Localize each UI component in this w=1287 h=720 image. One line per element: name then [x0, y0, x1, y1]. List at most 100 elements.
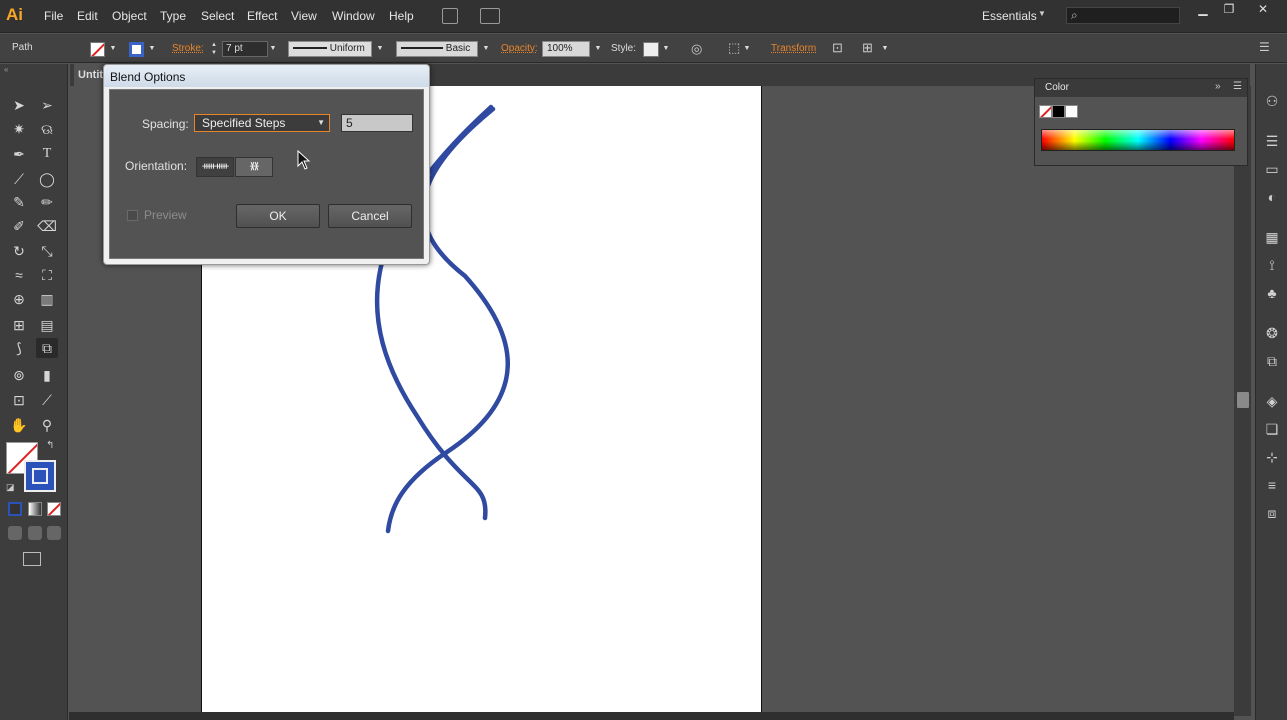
scroll-thumb[interactable]	[1237, 392, 1249, 408]
transform-label[interactable]: Transform	[771, 43, 816, 54]
menu-view[interactable]: View	[291, 9, 317, 23]
rotate-icon[interactable]: ↻	[8, 241, 30, 261]
none-mode-icon[interactable]	[47, 502, 61, 516]
color-panel-header[interactable]: Color » ☰	[1035, 79, 1247, 97]
graphic-styles-icon[interactable]: ❂	[1263, 324, 1281, 342]
align-panel-icon[interactable]: ≡	[1263, 476, 1281, 494]
pen-icon[interactable]: ✒	[8, 144, 30, 164]
steps-input[interactable]: 5	[341, 114, 413, 132]
preview-checkbox[interactable]	[127, 210, 138, 221]
symbols-icon[interactable]: ♣	[1263, 284, 1281, 302]
opacity-label[interactable]: Opacity:	[501, 43, 538, 54]
default-colors-icon[interactable]: ◪	[6, 482, 15, 493]
menu-object[interactable]: Object	[112, 9, 147, 23]
recolor-artwork-icon[interactable]: ◎	[691, 41, 702, 57]
perspective-grid-icon[interactable]: ▥	[36, 289, 58, 309]
pencil-icon[interactable]: ✏	[36, 192, 58, 212]
stroke-panel-icon[interactable]: ⧉	[1263, 352, 1281, 370]
chevron-down-icon[interactable]: ▼	[108, 41, 118, 57]
align-to-page-icon[interactable]: ᚔᚔ	[196, 157, 234, 177]
menu-file[interactable]: File	[44, 9, 63, 23]
bridge-icon[interactable]	[442, 8, 458, 24]
appearance-icon[interactable]: ▦	[1263, 228, 1281, 246]
direct-selection-icon[interactable]: ➢	[36, 95, 58, 115]
ok-button[interactable]: OK	[236, 204, 320, 228]
black-swatch[interactable]	[1052, 105, 1065, 118]
screen-mode-icon[interactable]	[23, 552, 41, 566]
scale-icon[interactable]: ⤡	[36, 241, 58, 261]
menu-select[interactable]: Select	[201, 9, 234, 23]
brushes-icon[interactable]: ⟟	[1263, 256, 1281, 274]
menu-help[interactable]: Help	[389, 9, 414, 23]
hand-icon[interactable]: ✋	[8, 415, 30, 435]
blob-brush-icon[interactable]: ✐	[8, 216, 30, 236]
white-swatch[interactable]	[1065, 105, 1078, 118]
stepper-icon[interactable]: ▲ ▼	[209, 41, 219, 57]
cancel-button[interactable]: Cancel	[328, 204, 412, 228]
draw-behind-icon[interactable]	[28, 526, 42, 540]
layers-icon[interactable]: ◈	[1263, 392, 1281, 410]
panel-collapse-icon[interactable]: «	[4, 66, 64, 74]
menu-type[interactable]: Type	[160, 9, 186, 23]
gradient-icon[interactable]: ▤	[36, 315, 58, 335]
workspace-switcher[interactable]: Essentials	[982, 9, 1037, 23]
menu-window[interactable]: Window	[332, 9, 375, 23]
isolate-icon[interactable]: ⊡	[832, 40, 843, 56]
horizontal-scrollbar[interactable]	[69, 712, 1234, 720]
align-icon[interactable]: ⬚	[728, 40, 740, 56]
chevron-down-icon[interactable]: ▼	[742, 41, 752, 57]
vertical-scrollbar[interactable]	[1234, 86, 1251, 716]
line-icon[interactable]: ⟋	[8, 169, 30, 189]
eraser-icon[interactable]: ⌫	[36, 216, 58, 236]
lasso-icon[interactable]: ଊ	[36, 119, 58, 139]
none-swatch[interactable]	[1039, 105, 1052, 118]
eyedropper-icon[interactable]: ⟆	[8, 338, 30, 358]
gradient-panel-icon[interactable]: ▭	[1263, 160, 1281, 178]
warp-icon[interactable]: ≈	[8, 265, 30, 285]
collapse-icon[interactable]: »	[1215, 81, 1221, 92]
chevron-down-icon[interactable]: ▼	[147, 41, 157, 57]
draw-normal-icon[interactable]	[8, 526, 22, 540]
transform-panel-icon[interactable]: ⊹	[1263, 448, 1281, 466]
chevron-down-icon[interactable]: ▼	[268, 41, 278, 57]
dialog-titlebar[interactable]: Blend Options	[104, 65, 429, 87]
color-panel-title[interactable]: Color	[1045, 82, 1069, 93]
color-guide-icon[interactable]: ⚇	[1263, 92, 1281, 110]
chevron-down-icon[interactable]: ▼	[661, 41, 671, 57]
chevron-down-icon[interactable]: ▼	[481, 41, 491, 57]
type-icon[interactable]: T	[36, 144, 58, 164]
paintbrush-icon[interactable]: ✎	[8, 192, 30, 212]
variable-width-profile[interactable]: Uniform	[288, 41, 372, 57]
mesh-icon[interactable]: ⊞	[8, 315, 30, 335]
gradient-mode-icon[interactable]	[28, 502, 42, 516]
symbol-sprayer-icon[interactable]: ⊚	[8, 365, 30, 385]
pathfinder-icon[interactable]: ⧈	[1263, 504, 1281, 522]
transparency-icon[interactable]: ◐	[1263, 188, 1281, 206]
arrange-icon[interactable]: ⊞	[862, 40, 873, 56]
swap-colors-icon[interactable]: ↰	[46, 440, 54, 451]
color-mode-icon[interactable]	[8, 502, 22, 516]
brush-definition[interactable]: Basic	[396, 41, 478, 57]
restore-icon[interactable]: ❐	[1219, 2, 1239, 16]
slice-icon[interactable]: ⟋	[36, 390, 58, 410]
column-graph-icon[interactable]: ▮	[36, 365, 58, 385]
chevron-down-icon[interactable]: ▼	[593, 41, 603, 57]
selection-icon[interactable]: ➤	[8, 95, 30, 115]
panel-menu-icon[interactable]: ☰	[1259, 40, 1270, 54]
stroke-color-box[interactable]	[24, 460, 56, 492]
free-transform-icon[interactable]: ⛶	[36, 265, 58, 285]
zoom-icon[interactable]: ⚲	[36, 415, 58, 435]
shape-builder-icon[interactable]: ⊕	[8, 289, 30, 309]
chevron-down-icon[interactable]: ▼	[375, 41, 385, 57]
swatches-icon[interactable]: ☰	[1263, 132, 1281, 150]
spacing-select[interactable]: Specified Steps ▼	[194, 114, 330, 132]
stroke-label[interactable]: Stroke:	[172, 43, 204, 54]
chevron-down-icon[interactable]: ▼	[880, 41, 890, 57]
graphic-style-swatch[interactable]	[643, 42, 659, 57]
artboard-icon[interactable]: ⊡	[8, 390, 30, 410]
fill-swatch[interactable]	[90, 42, 105, 57]
ellipse-icon[interactable]: ◯	[36, 169, 58, 189]
align-to-path-icon[interactable]: ᚕᚕ	[235, 157, 273, 177]
stroke-swatch[interactable]	[129, 42, 144, 57]
opacity-field[interactable]: 100%	[542, 41, 590, 57]
